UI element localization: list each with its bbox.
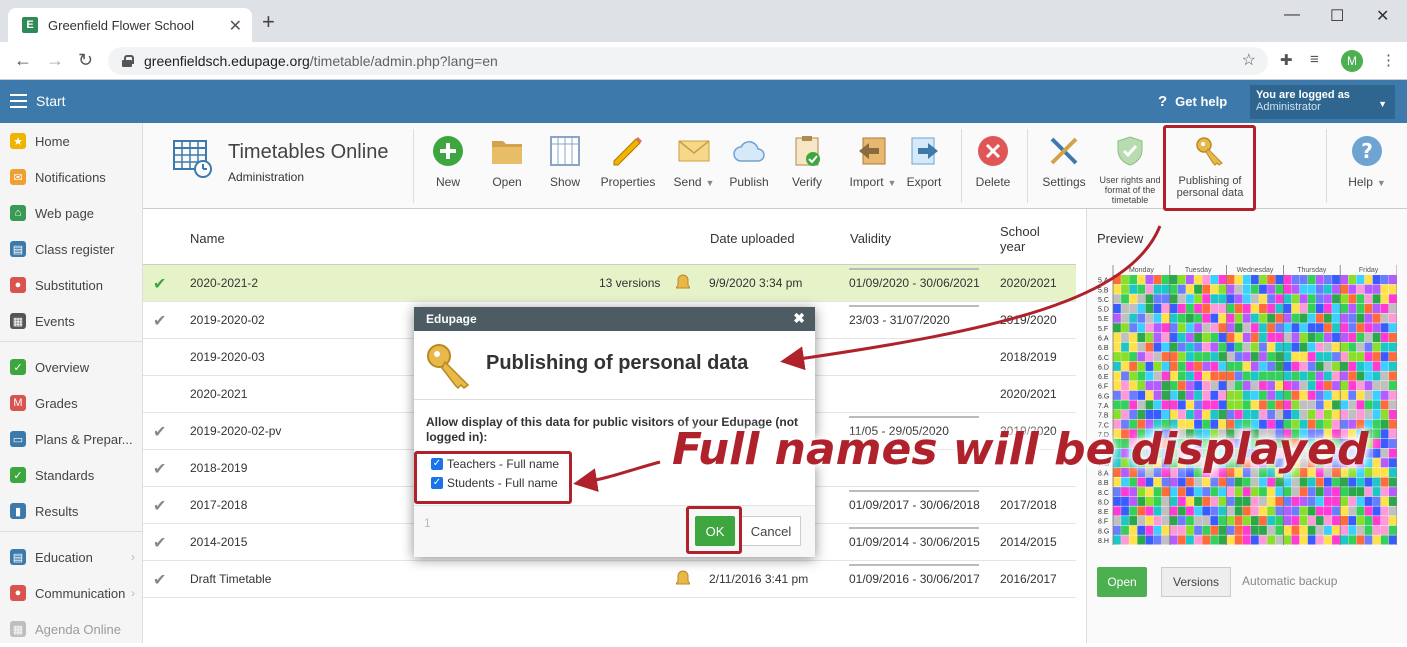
arrow-to-checkboxes [573, 460, 661, 492]
annotation-arrows [573, 225, 1162, 492]
annotation-text: Full names will be displayed [672, 424, 1369, 475]
arrow-to-dialog-title [780, 225, 1162, 371]
